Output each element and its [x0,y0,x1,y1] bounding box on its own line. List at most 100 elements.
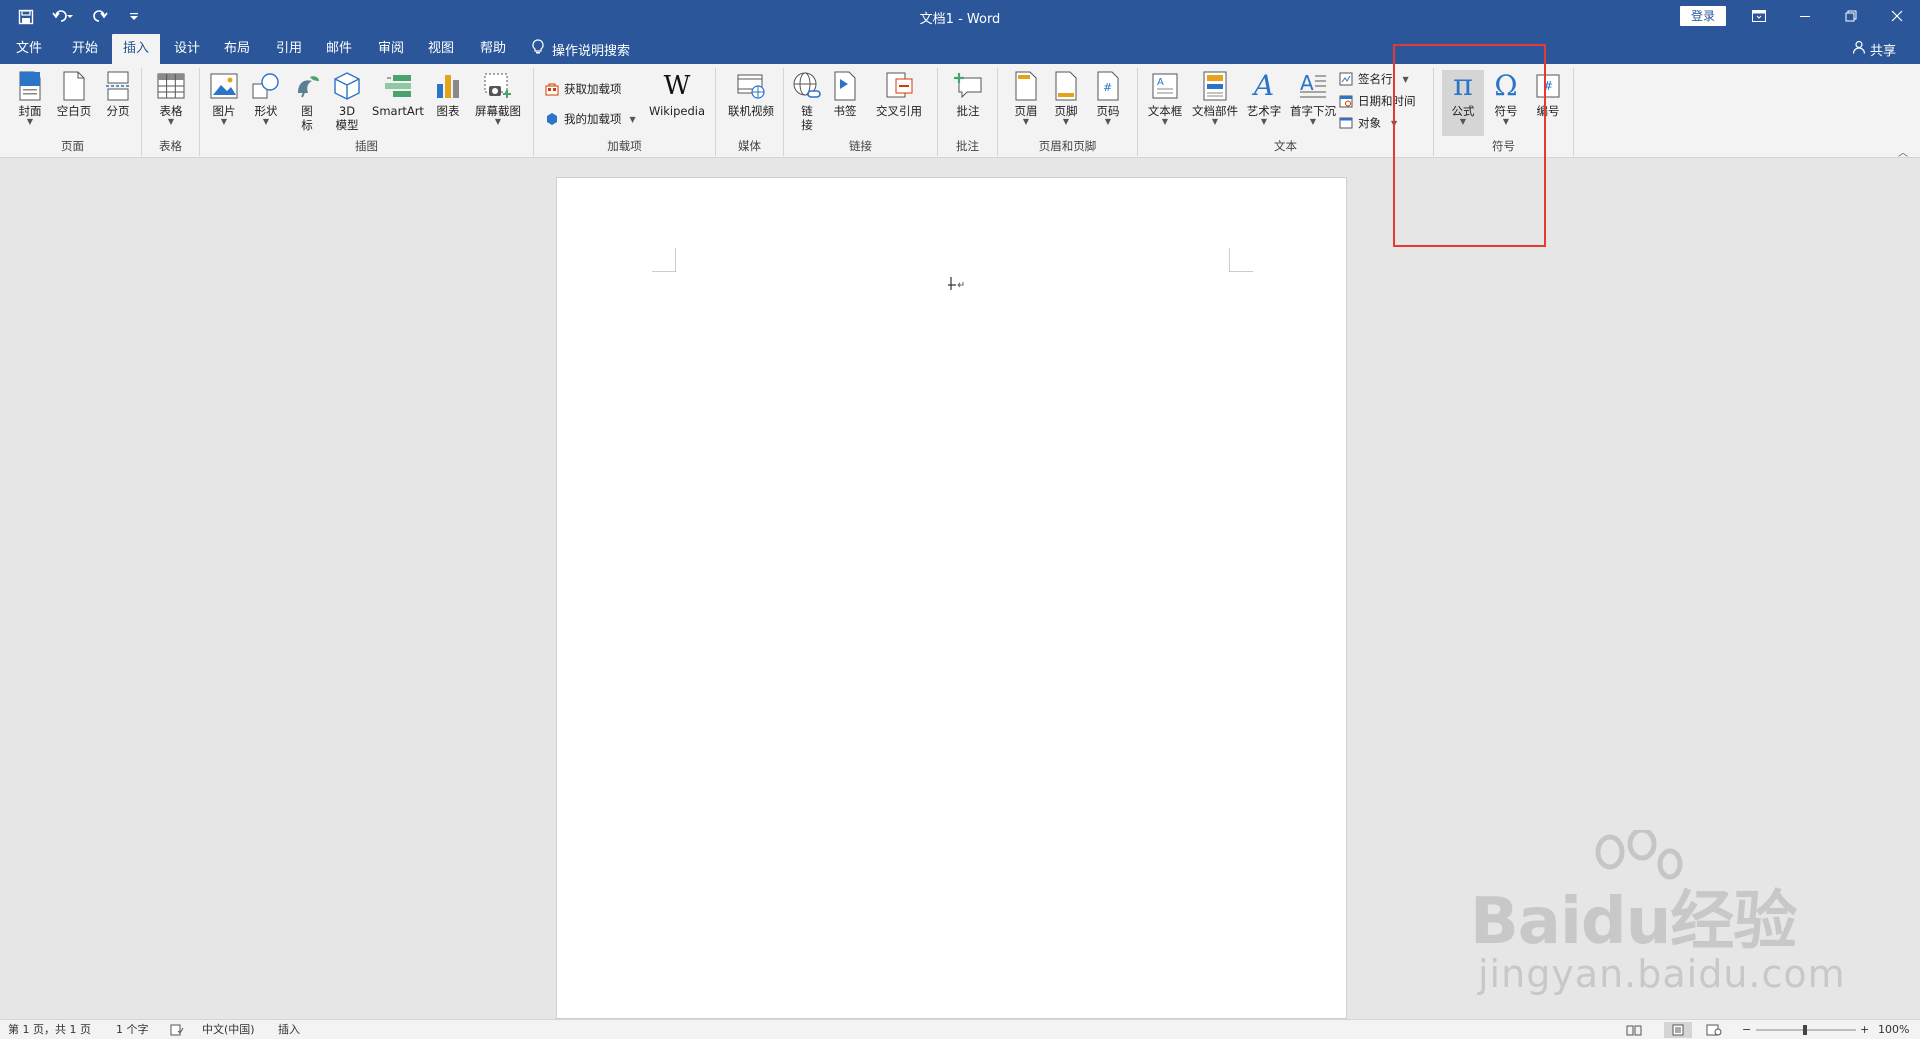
icons-icon [291,70,323,102]
header-button[interactable]: 页眉 ▼ [1008,70,1044,126]
pictures-button[interactable]: 图片 ▼ [206,70,242,126]
table-button[interactable]: 表格 ▼ [150,70,192,126]
tab-mailings[interactable]: 邮件 [318,34,360,64]
tab-help[interactable]: 帮助 [472,34,514,64]
object-label: 对象 [1358,116,1381,130]
group-comments-label: 批注 [956,139,979,153]
new-comment-icon [952,70,984,102]
bookmark-button[interactable]: 书签 [828,70,862,118]
word-count[interactable]: 1 个字 [116,1022,149,1038]
ribbon-display-options-icon[interactable] [1736,0,1782,32]
group-header-footer-label: 页眉和页脚 [1038,139,1097,153]
screenshot-button[interactable]: 屏幕截图 ▼ [470,70,526,126]
chevron-down-icon: ▼ [167,117,175,126]
footer-button[interactable]: 页脚 ▼ [1048,70,1084,126]
screenshot-icon [482,70,514,102]
cover-page-button[interactable]: 封面 ▼ [10,70,50,126]
zoom-slider[interactable] [1756,1022,1856,1038]
quick-parts-label: 文档部件 [1192,104,1238,118]
store-icon [544,81,560,97]
chevron-down-icon: ▼ [1104,117,1112,126]
zoom-level[interactable]: 100% [1878,1022,1909,1038]
svg-text:#: # [1103,81,1112,94]
cross-reference-button[interactable]: 交叉引用 [866,70,932,118]
tab-view[interactable]: 视图 [420,34,462,64]
object-icon [1338,115,1354,131]
tab-home[interactable]: 开始 [64,34,106,64]
title-bar: 文档1 - Word 登录 [0,0,1920,34]
group-addins: 获取加载项 我的加载项 ▼ W Wikipedia 加载项 [534,68,716,156]
tell-me-search[interactable]: 操作说明搜索 [532,34,630,64]
blank-page-button[interactable]: 空白页 [52,70,96,118]
group-header-footer: 页眉 ▼ 页脚 ▼ # 页码 ▼ 页眉和页脚 [998,68,1138,156]
group-tables: 表格 ▼ 表格 [142,68,200,156]
drop-cap-icon: A [1297,70,1329,102]
get-addins-button[interactable]: 获取加载项 [544,78,622,100]
text-cursor [947,276,967,295]
page-break-label: 分页 [106,104,130,118]
share-button[interactable]: 共享 [1852,34,1896,64]
cube-icon [331,70,363,102]
zoom-in-icon[interactable]: + [1860,1022,1869,1038]
insert-mode[interactable]: 插入 [278,1022,300,1038]
close-icon[interactable] [1874,0,1920,32]
watermark-main: Baidu经验 [1470,885,1797,959]
online-video-button[interactable]: 联机视频 [724,70,778,118]
web-layout-icon[interactable] [1706,1022,1722,1038]
comment-button[interactable]: 批注 [948,70,988,118]
3d-models-button[interactable]: 3D 模型 [328,70,366,132]
cover-page-icon [14,70,46,102]
group-illustrations-label: 插图 [355,139,378,153]
quick-parts-icon [1199,70,1231,102]
my-addins-label: 我的加载项 [564,112,622,126]
group-text-label: 文本 [1274,139,1297,153]
blank-page-icon [58,70,90,102]
login-button[interactable]: 登录 [1680,6,1726,26]
tab-layout[interactable]: 布局 [216,34,258,64]
text-box-button[interactable]: A 文本框 ▼ [1144,70,1186,126]
page-number-button[interactable]: # 页码 ▼ [1090,70,1126,126]
restore-icon[interactable] [1828,0,1874,32]
chart-label: 图表 [436,104,460,118]
tab-design[interactable]: 设计 [166,34,208,64]
cover-page-label: 封面 [18,104,42,118]
wikipedia-button[interactable]: W Wikipedia [644,70,710,118]
page-break-button[interactable]: 分页 [98,70,138,118]
zoom-out-icon[interactable]: − [1742,1022,1751,1038]
tab-references[interactable]: 引用 [268,34,310,64]
wordart-button[interactable]: A 艺术字 ▼ [1242,70,1286,126]
group-media: 联机视频 媒体 [716,68,784,156]
read-mode-icon[interactable] [1626,1022,1642,1038]
page-number-label: 页码 [1096,104,1120,118]
tell-me-label: 操作说明搜索 [552,43,631,59]
baidu-watermark: Baidu经验 jingyan.baidu.com [1470,830,1845,1000]
chevron-down-icon: ▼ [26,117,34,126]
quick-parts-button[interactable]: 文档部件 ▼ [1190,70,1240,126]
document-page[interactable] [556,177,1347,1019]
minimize-icon[interactable] [1782,0,1828,32]
signature-line-icon [1338,71,1354,87]
chart-button[interactable]: 图表 [430,70,466,118]
smartart-icon [382,70,414,102]
icons-button[interactable]: 图 标 [292,70,322,132]
collapse-ribbon-icon[interactable]: ︿ [1898,144,1908,159]
smartart-button[interactable]: SmartArt [370,70,426,118]
group-illustrations: 图片 ▼ 形状 ▼ 图 标 3D 模型 SmartArt 图表 屏幕截图 ▼ 插… [200,68,534,156]
chevron-down-icon: ▼ [1309,117,1317,126]
print-layout-icon[interactable] [1664,1022,1692,1038]
proofing-icon[interactable] [170,1022,184,1038]
object-button[interactable]: 对象 ▼ [1338,112,1397,134]
drop-cap-button[interactable]: A 首字下沉 ▼ [1286,70,1340,126]
chevron-down-icon: ▼ [494,117,502,126]
tab-file[interactable]: 文件 [8,34,50,64]
tab-insert[interactable]: 插入 [112,34,160,64]
chevron-down-icon: ▼ [262,117,270,126]
page-count[interactable]: 第 1 页，共 1 页 [8,1022,91,1038]
shapes-button[interactable]: 形状 ▼ [248,70,284,126]
3d-models-label: 3D 模型 [335,104,359,132]
link-button[interactable]: 链 接 [792,70,822,132]
tab-review[interactable]: 审阅 [370,34,412,64]
language-indicator[interactable]: 中文(中国) [202,1022,255,1038]
margin-corner-top-left [652,248,676,272]
my-addins-button[interactable]: 我的加载项 ▼ [544,108,636,130]
